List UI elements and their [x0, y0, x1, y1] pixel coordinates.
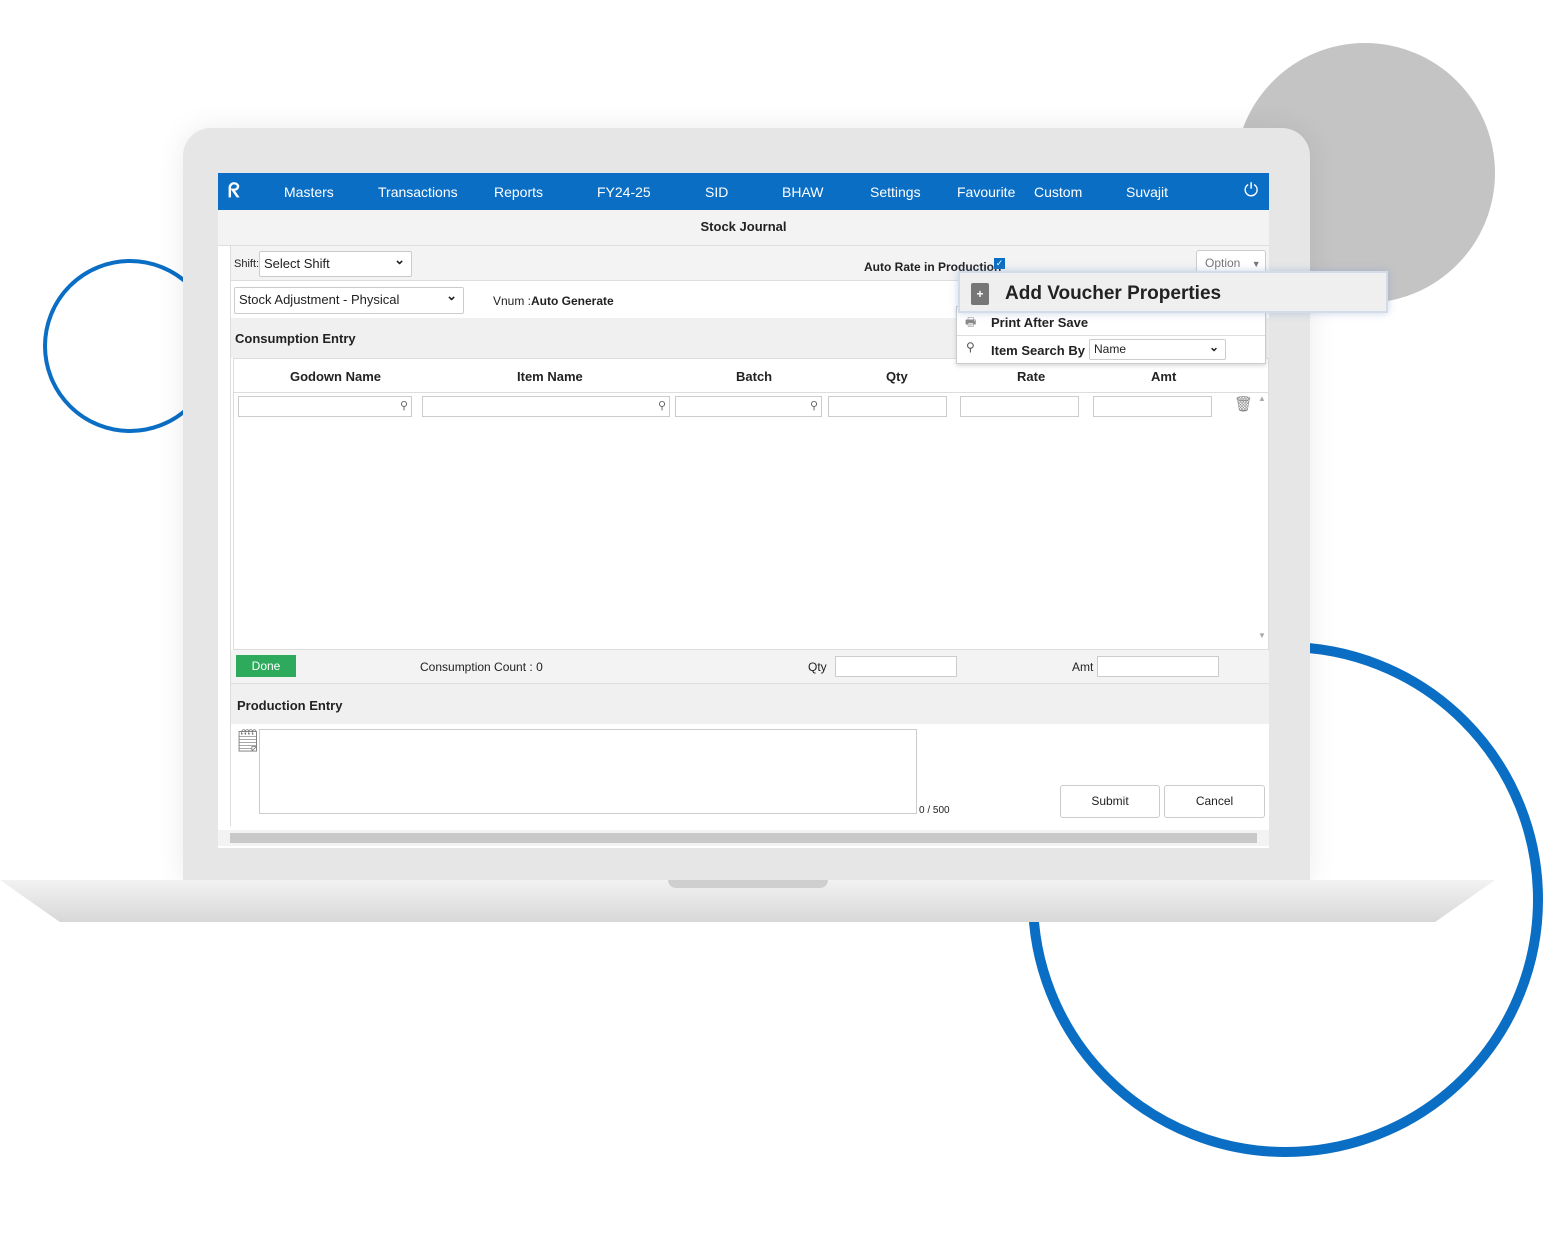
trash-icon[interactable]: 🗑 [1234, 395, 1253, 413]
cancel-button[interactable]: Cancel [1164, 785, 1265, 818]
rate-input[interactable] [960, 396, 1079, 417]
consumption-count: Consumption Count : 0 [420, 660, 543, 674]
godown-input[interactable]: ⚲ [238, 396, 412, 417]
nav-settings[interactable]: Settings [870, 184, 921, 200]
page-title: Stock Journal [218, 210, 1269, 246]
voucher-type-select[interactable]: Stock Adjustment - Physical [234, 287, 464, 314]
col-godown: Godown Name [290, 369, 382, 384]
consumption-title: Consumption Entry [235, 331, 356, 346]
nav-sid[interactable]: SID [705, 184, 728, 200]
col-batch: Batch [736, 369, 773, 384]
nav-masters[interactable]: Masters [284, 184, 334, 200]
narration-textarea[interactable] [259, 729, 917, 814]
search-icon: ⚲ [399, 400, 408, 412]
batch-input[interactable]: ⚲ [675, 396, 822, 417]
submit-button[interactable]: Submit [1060, 785, 1160, 818]
item-input[interactable]: ⚲ [422, 396, 670, 417]
option-menu: 🖶 Print After Save ⚲ Item Search By : Na… [956, 306, 1266, 364]
auto-rate-checkbox[interactable]: ✓ [994, 258, 1005, 269]
horizontal-scrollbar[interactable] [218, 830, 1269, 846]
amt-input[interactable] [1093, 396, 1212, 417]
qty-input[interactable] [828, 396, 947, 417]
item-search-label: Item Search By : [991, 343, 1093, 358]
printer-icon: 🖶 [965, 315, 977, 329]
laptop-notch [668, 880, 828, 888]
nav-fy[interactable]: FY24-25 [597, 184, 651, 200]
shift-select[interactable]: Select Shift [259, 251, 412, 277]
search-icon: ⚲ [966, 340, 975, 354]
shift-label: Shift: [234, 258, 260, 270]
note-icon: 🗒 [234, 728, 262, 753]
total-amt-input[interactable] [1097, 656, 1219, 677]
col-amt: Amt [1151, 369, 1177, 384]
nav-reports[interactable]: Reports [494, 184, 543, 200]
nav-bhaw[interactable]: BHAW [782, 184, 823, 200]
add-voucher-properties-item[interactable]: + Add Voucher Properties [958, 271, 1388, 313]
vertical-scrollbar[interactable]: ▲ ▼ [1256, 394, 1268, 649]
col-item: Item Name [517, 369, 583, 384]
production-title: Production Entry [237, 698, 343, 713]
total-qty-input[interactable] [835, 656, 957, 677]
nav-custom[interactable]: Custom [1034, 184, 1082, 200]
menu-print-after-save[interactable]: Print After Save [991, 315, 1088, 330]
power-icon[interactable]: ⏻ [1244, 180, 1258, 201]
consumption-grid: Godown Name Item Name Batch Qty Rate Amt… [233, 358, 1269, 650]
vnum-label: Vnum : [493, 294, 532, 308]
char-counter: 0 / 500 [919, 805, 950, 816]
logo-icon[interactable]: ᖇ [228, 180, 240, 203]
col-rate: Rate [1017, 369, 1046, 384]
total-amt-label: Amt [1072, 660, 1094, 674]
nav-favourite[interactable]: Favourite [957, 184, 1015, 200]
nav-user[interactable]: Suvajit [1126, 184, 1168, 200]
total-qty-label: Qty [808, 660, 827, 674]
nav-transactions[interactable]: Transactions [378, 184, 458, 200]
vnum-value: Auto Generate [531, 294, 614, 308]
done-button[interactable]: Done [236, 655, 296, 677]
top-nav: ᖇ Masters Transactions Reports FY24-25 S… [218, 173, 1269, 210]
item-search-select[interactable]: Name [1089, 339, 1226, 360]
plus-icon: + [971, 283, 989, 305]
search-icon: ⚲ [657, 400, 666, 412]
option-label: Option [1205, 256, 1241, 270]
add-voucher-properties-label: Add Voucher Properties [1005, 283, 1222, 304]
col-qty: Qty [886, 369, 908, 384]
search-icon: ⚲ [809, 400, 818, 412]
